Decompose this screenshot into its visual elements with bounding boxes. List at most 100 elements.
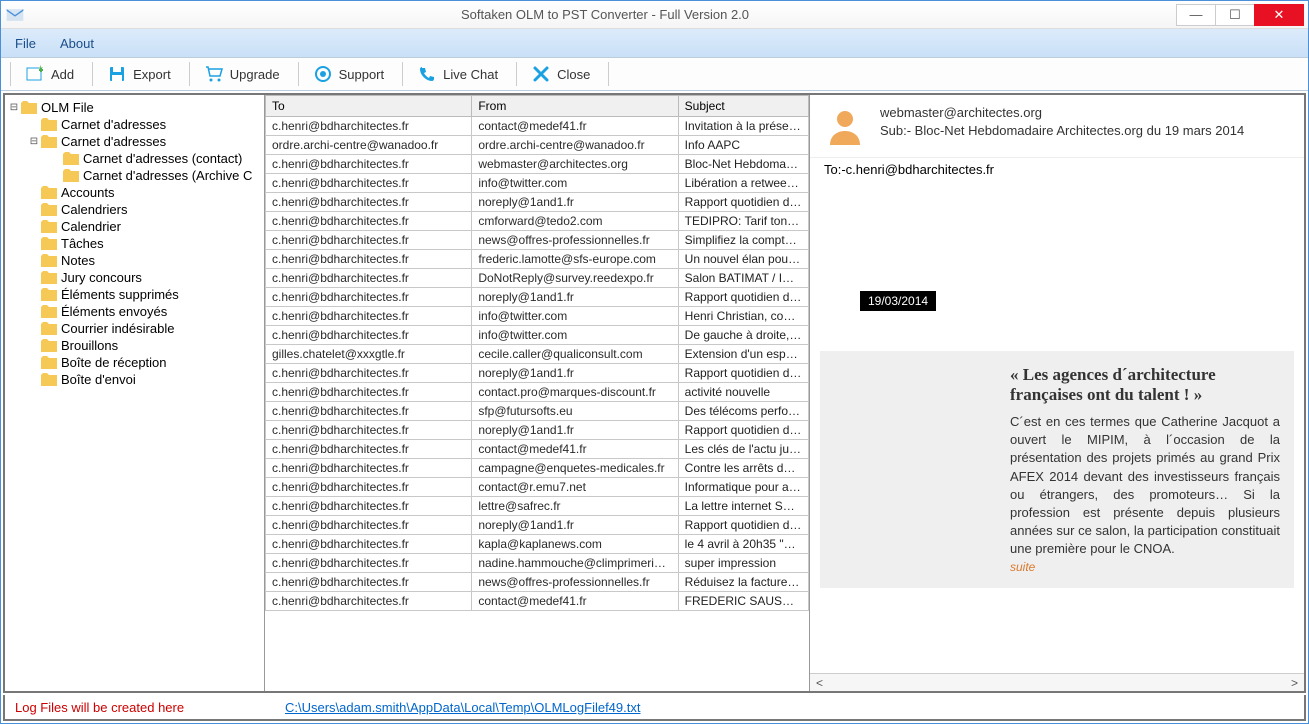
table-row[interactable]: ordre.archi-centre@wanadoo.frordre.archi…: [266, 136, 809, 155]
support-icon: [313, 64, 333, 84]
preview-panel: webmaster@architectes.org Sub:- Bloc-Net…: [810, 95, 1304, 691]
tree-item-label: Éléments supprimés: [61, 287, 179, 302]
table-row[interactable]: c.henri@bdharchitectes.frinfo@twitter.co…: [266, 326, 809, 345]
cell-subject: FREDERIC SAUSSET : U: [678, 592, 808, 611]
cell-subject: Les clés de l'actu juridique: [678, 440, 808, 459]
cell-to: c.henri@bdharchitectes.fr: [266, 516, 472, 535]
table-row[interactable]: c.henri@bdharchitectes.frcontact@medef41…: [266, 592, 809, 611]
cell-subject: Des télécoms performante: [678, 402, 808, 421]
tree-item[interactable]: Brouillons: [7, 337, 262, 354]
email-grid[interactable]: To From Subject c.henri@bdharchitectes.f…: [265, 95, 809, 691]
cell-from: campagne@enquetes-medicales.fr: [472, 459, 678, 478]
tree-item[interactable]: Tâches: [7, 235, 262, 252]
menu-about[interactable]: About: [60, 36, 94, 51]
table-row[interactable]: c.henri@bdharchitectes.frDoNotReply@surv…: [266, 269, 809, 288]
table-row[interactable]: c.henri@bdharchitectes.frnoreply@1and1.f…: [266, 288, 809, 307]
tree-item[interactable]: Calendriers: [7, 201, 262, 218]
tree-item[interactable]: Courrier indésirable: [7, 320, 262, 337]
table-row[interactable]: c.henri@bdharchitectes.frlettre@safrec.f…: [266, 497, 809, 516]
preview-body[interactable]: 19/03/2014 « Les agences d´architecture …: [810, 181, 1304, 673]
tree-item[interactable]: Calendrier: [7, 218, 262, 235]
cell-subject: Rapport quotidien du doss: [678, 421, 808, 440]
tree-item[interactable]: Accounts: [7, 184, 262, 201]
table-row[interactable]: c.henri@bdharchitectes.frsfp@futursofts.…: [266, 402, 809, 421]
table-row[interactable]: c.henri@bdharchitectes.frcontact.pro@mar…: [266, 383, 809, 402]
cell-from: kapla@kaplanews.com: [472, 535, 678, 554]
preview-hscroll[interactable]: < >: [810, 673, 1304, 691]
cell-to: c.henri@bdharchitectes.fr: [266, 573, 472, 592]
table-row[interactable]: c.henri@bdharchitectes.frinfo@twitter.co…: [266, 174, 809, 193]
cell-subject: De gauche à droite, le poir: [678, 326, 808, 345]
tree-item[interactable]: Boîte d'envoi: [7, 371, 262, 388]
tree-item[interactable]: Notes: [7, 252, 262, 269]
collapse-icon[interactable]: ⊟: [9, 102, 19, 113]
table-row[interactable]: c.henri@bdharchitectes.frnoreply@1and1.f…: [266, 193, 809, 212]
folder-tree[interactable]: ⊟ OLM File Carnet d'adresses⊟Carnet d'ad…: [5, 95, 265, 691]
menu-file[interactable]: File: [15, 36, 36, 51]
tree-item[interactable]: Éléments supprimés: [7, 286, 262, 303]
table-row[interactable]: gilles.chatelet@xxxgtle.frcecile.caller@…: [266, 345, 809, 364]
tree-item-label: Carnet d'adresses (contact): [83, 151, 242, 166]
window-close-button[interactable]: ✕: [1254, 4, 1304, 26]
cell-from: contact@r.emu7.net: [472, 478, 678, 497]
cell-to: c.henri@bdharchitectes.fr: [266, 440, 472, 459]
support-button[interactable]: Support: [302, 59, 396, 89]
close-icon: [531, 64, 551, 84]
tree-item[interactable]: Carnet d'adresses (Archive C: [7, 167, 262, 184]
tree-item[interactable]: Éléments envoyés: [7, 303, 262, 320]
table-row[interactable]: c.henri@bdharchitectes.frcontact@medef41…: [266, 117, 809, 136]
tree-item[interactable]: ⊟Carnet d'adresses: [7, 133, 262, 150]
table-row[interactable]: c.henri@bdharchitectes.frfrederic.lamott…: [266, 250, 809, 269]
upgrade-button[interactable]: Upgrade: [193, 59, 291, 89]
tree-item[interactable]: Jury concours: [7, 269, 262, 286]
export-button[interactable]: Export: [96, 59, 182, 89]
cell-from: noreply@1and1.fr: [472, 193, 678, 212]
table-row[interactable]: c.henri@bdharchitectes.frwebmaster@archi…: [266, 155, 809, 174]
cell-from: sfp@futursofts.eu: [472, 402, 678, 421]
titlebar: Softaken OLM to PST Converter - Full Ver…: [1, 1, 1308, 29]
table-row[interactable]: c.henri@bdharchitectes.frnews@offres-pro…: [266, 573, 809, 592]
cell-subject: Salon BATIMAT / INTERC: [678, 269, 808, 288]
cell-from: contact.pro@marques-discount.fr: [472, 383, 678, 402]
app-icon: [5, 7, 25, 23]
close-button[interactable]: Close: [520, 59, 601, 89]
table-row[interactable]: c.henri@bdharchitectes.frnoreply@1and1.f…: [266, 421, 809, 440]
minimize-button[interactable]: —: [1176, 4, 1216, 26]
table-row[interactable]: c.henri@bdharchitectes.frnadine.hammouch…: [266, 554, 809, 573]
table-row[interactable]: c.henri@bdharchitectes.frnoreply@1and1.f…: [266, 364, 809, 383]
livechat-button[interactable]: Live Chat: [406, 59, 509, 89]
scroll-right-icon[interactable]: >: [1291, 676, 1298, 690]
cell-to: c.henri@bdharchitectes.fr: [266, 117, 472, 136]
col-from[interactable]: From: [472, 96, 678, 117]
tree-root[interactable]: ⊟ OLM File: [7, 99, 262, 116]
table-row[interactable]: c.henri@bdharchitectes.frinfo@twitter.co…: [266, 307, 809, 326]
col-subject[interactable]: Subject: [678, 96, 808, 117]
preview-from: webmaster@architectes.org: [880, 105, 1244, 120]
status-log-path[interactable]: C:\Users\adam.smith\AppData\Local\Temp\O…: [285, 700, 640, 715]
preview-to: To:-c.henri@bdharchitectes.fr: [810, 158, 1304, 181]
folder-icon: [63, 169, 79, 183]
cell-subject: super impression: [678, 554, 808, 573]
cell-subject: Réduisez la facture téléco: [678, 573, 808, 592]
tree-item[interactable]: Carnet d'adresses: [7, 116, 262, 133]
tree-item-label: Jury concours: [61, 270, 142, 285]
table-row[interactable]: c.henri@bdharchitectes.frcmforward@tedo2…: [266, 212, 809, 231]
table-row[interactable]: c.henri@bdharchitectes.frcontact@r.emu7.…: [266, 478, 809, 497]
maximize-button[interactable]: ☐: [1215, 4, 1255, 26]
cell-subject: Libération a retweeté un T: [678, 174, 808, 193]
table-row[interactable]: c.henri@bdharchitectes.frnoreply@1and1.f…: [266, 516, 809, 535]
preview-date: 19/03/2014: [860, 291, 936, 311]
add-button[interactable]: + Add: [14, 59, 85, 89]
table-row[interactable]: c.henri@bdharchitectes.frnews@offres-pro…: [266, 231, 809, 250]
tree-item[interactable]: Boîte de réception: [7, 354, 262, 371]
cell-subject: Rapport quotidien du doss: [678, 288, 808, 307]
table-row[interactable]: c.henri@bdharchitectes.frcampagne@enquet…: [266, 459, 809, 478]
story-suite-link[interactable]: suite: [1010, 560, 1035, 574]
scroll-left-icon[interactable]: <: [816, 676, 823, 690]
cell-to: c.henri@bdharchitectes.fr: [266, 592, 472, 611]
table-row[interactable]: c.henri@bdharchitectes.frcontact@medef41…: [266, 440, 809, 459]
collapse-icon[interactable]: ⊟: [29, 136, 39, 147]
table-row[interactable]: c.henri@bdharchitectes.frkapla@kaplanews…: [266, 535, 809, 554]
col-to[interactable]: To: [266, 96, 472, 117]
tree-item[interactable]: Carnet d'adresses (contact): [7, 150, 262, 167]
